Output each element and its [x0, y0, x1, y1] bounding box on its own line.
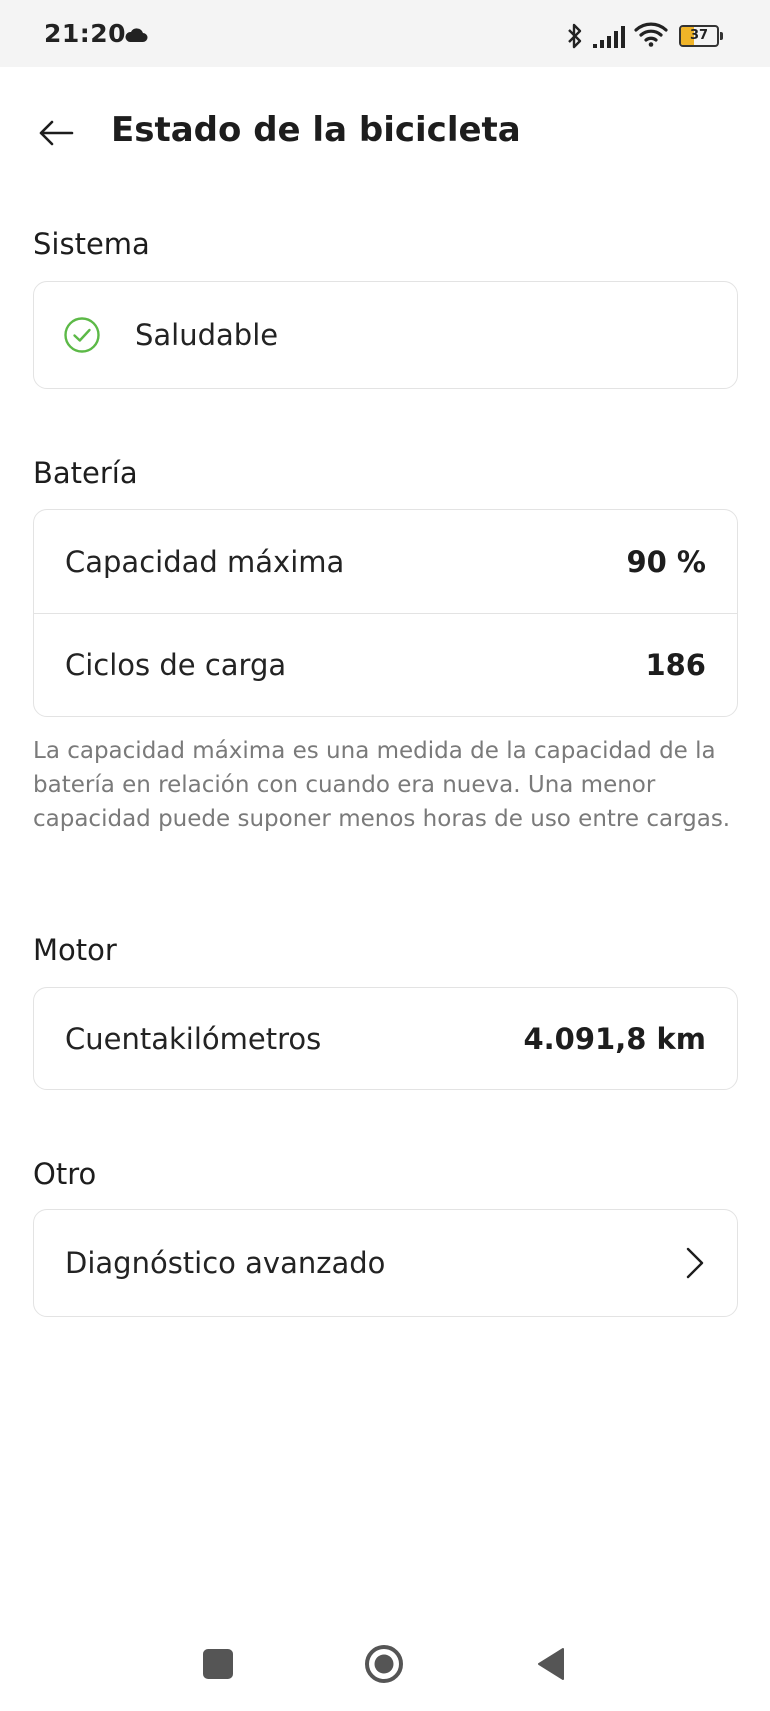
system-nav-bar	[0, 1620, 770, 1711]
status-bar: 21:20 37	[0, 0, 770, 67]
system-status-row: Saludable	[34, 282, 737, 388]
page-title: Estado de la bicicleta	[111, 110, 521, 150]
check-circle-icon	[64, 317, 100, 353]
section-title-other: Otro	[33, 1157, 97, 1191]
odometer-label: Cuentakilómetros	[65, 1021, 322, 1056]
charge-cycles-value: 186	[645, 648, 706, 682]
charge-cycles-label: Ciclos de carga	[65, 648, 287, 682]
battery-capacity-value: 90 %	[626, 544, 706, 579]
back-button[interactable]	[32, 109, 80, 157]
section-title-battery: Batería	[33, 456, 138, 490]
advanced-diagnostics-row[interactable]: Diagnóstico avanzado	[34, 1210, 737, 1316]
system-status-label: Saludable	[135, 318, 279, 352]
charge-cycles-row: Ciclos de carga 186	[34, 613, 737, 716]
status-time: 21:20	[44, 19, 127, 48]
chevron-right-icon	[686, 1247, 704, 1279]
signal-icon	[593, 26, 625, 48]
battery-capacity-row: Capacidad máxima 90 %	[34, 510, 737, 613]
section-title-motor: Motor	[33, 933, 117, 967]
other-card: Diagnóstico avanzado	[33, 1209, 738, 1317]
back-triangle-icon[interactable]	[536, 1647, 566, 1681]
recents-square-icon[interactable]	[203, 1649, 233, 1679]
advanced-diagnostics-label: Diagnóstico avanzado	[65, 1246, 386, 1280]
section-title-system: Sistema	[33, 227, 150, 261]
battery-capacity-label: Capacidad máxima	[65, 544, 345, 579]
cloud-icon	[125, 28, 148, 42]
battery-card: Capacidad máxima 90 % Ciclos de carga 18…	[33, 509, 738, 717]
battery-level: 37	[689, 28, 709, 43]
odometer-value: 4.091,8 km	[523, 1021, 706, 1056]
system-card: Saludable	[33, 281, 738, 389]
wifi-icon	[634, 22, 668, 47]
motor-card: Cuentakilómetros 4.091,8 km	[33, 987, 738, 1090]
arrow-left-icon	[39, 120, 74, 146]
home-circle-icon[interactable]	[364, 1644, 404, 1684]
odometer-row: Cuentakilómetros 4.091,8 km	[34, 988, 737, 1089]
battery-icon: 37	[679, 25, 723, 47]
battery-footnote: La capacidad máxima es una medida de la …	[33, 738, 731, 832]
bluetooth-icon	[568, 23, 582, 49]
